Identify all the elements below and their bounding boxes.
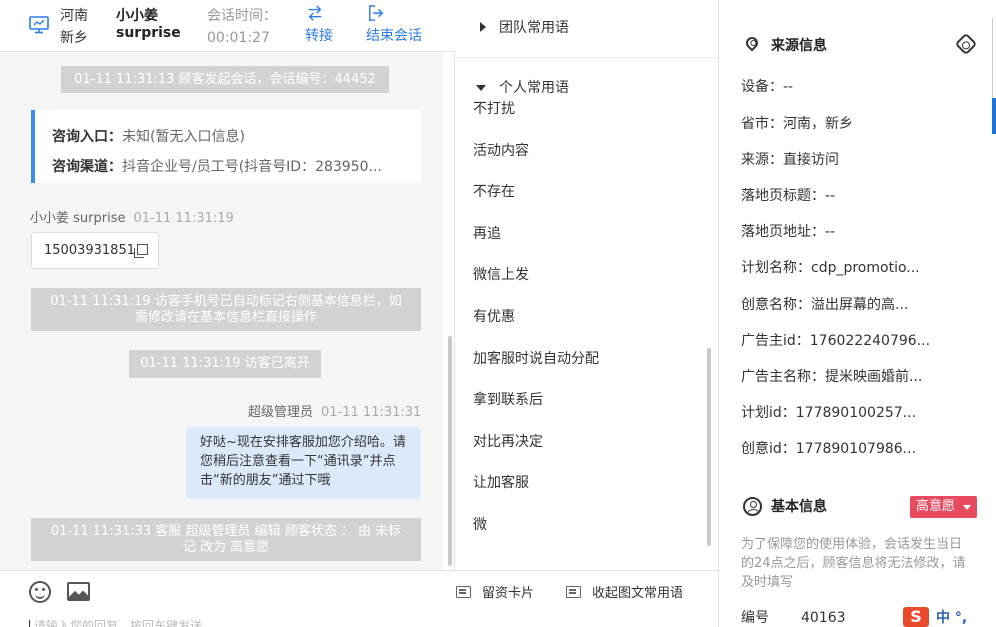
source-row-plan-name: 计划名称：cdp_promotio...	[741, 260, 920, 276]
team-phrases-header[interactable]: 团队常用语	[455, 0, 718, 58]
phrase-item[interactable]: 不存在	[473, 182, 515, 202]
chat-header: 河南 新乡 小小姜 surprise 会话时间： 00:01:27 转接 结束会…	[0, 0, 455, 52]
phrase-item[interactable]: 有优惠	[473, 307, 515, 327]
phrase-item[interactable]: 加客服时说自动分配	[473, 349, 599, 369]
phrase-item[interactable]: 再追	[473, 224, 501, 244]
phone-number: 15003931851	[44, 243, 135, 258]
session-time: 00:01:27	[207, 30, 270, 46]
image-icon[interactable]	[67, 582, 90, 601]
phrase-item[interactable]: 不打扰	[473, 99, 515, 119]
visitor-message-meta: 小小姜 surprise 01-11 11:31:19	[30, 207, 234, 226]
caret-right-icon	[480, 22, 486, 32]
collapse-phrases-button[interactable]: 收起图文常用语	[566, 585, 683, 603]
exit-icon	[369, 5, 384, 21]
list-icon	[566, 586, 581, 598]
source-row-plan-id: 计划id：177890100257...	[741, 405, 917, 421]
source-row-origin: 来源：直接访问	[741, 152, 839, 168]
phone-message: 15003931851	[31, 232, 159, 269]
location-pin-icon	[743, 34, 761, 52]
visitor-timestamp: 01-11 11:31:19	[133, 211, 234, 226]
entry-label: 咨询入口：	[52, 129, 122, 145]
phrase-item[interactable]: 微	[473, 515, 487, 535]
phrase-item[interactable]: 拿到联系后	[473, 390, 543, 410]
transfer-icon	[308, 5, 322, 21]
source-row-device: 设备：--	[741, 79, 794, 95]
system-message-start: 01-11 11:31:13 顾客发起会话，会话编号：44452	[61, 66, 389, 93]
end-session-label: 结束会话	[366, 28, 422, 44]
phrase-item[interactable]: 对比再决定	[473, 432, 543, 452]
lead-card-label: 留资卡片	[482, 586, 535, 601]
phrase-scrollbar[interactable]	[707, 348, 711, 546]
agent-message-bubble: 好哒~现在安排客服加您介绍哈。请您稍后注意查看一下“通讯录”并点击“新的朋友”通…	[186, 427, 421, 499]
phrase-item[interactable]: 让加客服	[473, 473, 529, 493]
entry-value: 未知(暂无入口信息)	[122, 129, 245, 145]
system-message-phone: 01-11 11:31:19 访客手机号已自动标记右侧基本信息栏，如需修改请在基…	[31, 288, 421, 331]
chat-scrollbar[interactable]	[448, 336, 452, 566]
intent-status-dropdown[interactable]: 高意愿	[910, 496, 977, 518]
text-cursor	[29, 620, 30, 627]
emoji-icon[interactable]	[29, 581, 51, 603]
phrase-item[interactable]: 活动内容	[473, 141, 529, 161]
transfer-label: 转接	[305, 28, 333, 44]
customer-id-value: 40163	[801, 610, 846, 626]
transfer-button[interactable]: 转接	[305, 2, 333, 46]
system-message-status: 01-11 11:31:33 客服 超级管理员 编辑 顾客状态 ： 由 未标记 …	[31, 518, 421, 561]
source-info-title: 来源信息	[771, 38, 827, 54]
channel-row: 咨询渠道：抖音企业号/员工号(抖音号ID：283950...	[52, 152, 421, 182]
visitor-location: 河南 新乡	[60, 8, 88, 46]
visitor-info-panel: 来源信息 设备：-- 省市：河南，新乡 来源：直接访问 落地页标题：-- 落地页…	[718, 0, 996, 627]
phrase-item[interactable]: 微信上发	[473, 265, 529, 285]
agent-message-meta: 超级管理员 01-11 11:31:31	[248, 401, 421, 420]
system-message-left: 01-11 11:31:19 访客已离开	[129, 350, 321, 378]
ime-status: 中 °,	[936, 610, 968, 626]
source-row-landing-url: 落地页地址：--	[741, 224, 836, 240]
channel-label: 咨询渠道：	[52, 159, 122, 175]
source-row-creative-name: 创意名称：溢出屏幕的高...	[741, 297, 909, 313]
window-edge-accent	[992, 98, 996, 134]
customer-id-label: 编号	[741, 610, 769, 626]
ime-logo-icon: S	[903, 607, 929, 627]
card-icon	[456, 586, 471, 598]
personal-phrases-title[interactable]: 个人常用语	[499, 78, 569, 98]
chevron-down-icon	[963, 505, 971, 510]
copy-icon[interactable]	[133, 244, 148, 258]
end-session-button[interactable]: 结束会话	[366, 2, 422, 46]
ime-toolbar[interactable]: S 中 °,	[900, 606, 996, 627]
team-phrases-title: 团队常用语	[499, 20, 569, 36]
entry-card: 咨询入口：未知(暂无入口信息) 咨询渠道：抖音企业号/员工号(抖音号ID：283…	[31, 110, 421, 183]
entry-row: 咨询入口：未知(暂无入口信息)	[52, 122, 421, 152]
agent-timestamp: 01-11 11:31:31	[321, 405, 422, 420]
source-row-advertiser-name: 广告主名称：提米映画婚前...	[741, 369, 923, 385]
edit-deadline-note: 为了保障您的使用体验，会话发生当日的24点之后，顾客信息将无法修改，请及时填写	[741, 537, 966, 590]
intent-status-label: 高意愿	[916, 499, 956, 514]
source-row-landing-title: 落地页标题：--	[741, 188, 836, 204]
reply-input[interactable]: 请输入您的回复，按回车键发送	[34, 619, 202, 627]
visitor-name: 小小姜 surprise	[116, 8, 181, 41]
source-row-advertiser-id: 广告主id：176022240796...	[741, 333, 931, 349]
channel-value: 抖音企业号/员工号(抖音号ID：283950...	[122, 159, 382, 175]
basic-info-title: 基本信息	[771, 499, 827, 515]
source-row-creative-id: 创意id：177890107986...	[741, 441, 917, 457]
agent-sender: 超级管理员	[248, 405, 314, 420]
session-time-label: 会话时间：	[207, 8, 277, 24]
user-icon	[743, 497, 762, 516]
caret-down-icon[interactable]	[476, 85, 486, 91]
settings-icon[interactable]	[954, 32, 978, 56]
phrase-panel: 团队常用语 个人常用语 不打扰 活动内容 不存在 再追 微信上发 有优惠 加客服…	[455, 0, 718, 570]
lead-card-button[interactable]: 留资卡片	[456, 585, 534, 603]
monitor-icon	[29, 16, 49, 34]
visitor-sender: 小小姜 surprise	[30, 211, 126, 226]
source-row-city: 省市：河南，新乡	[741, 116, 853, 132]
collapse-phrases-label: 收起图文常用语	[592, 586, 684, 601]
chat-panel: 河南 新乡 小小姜 surprise 会话时间： 00:01:27 转接 结束会…	[0, 0, 455, 627]
